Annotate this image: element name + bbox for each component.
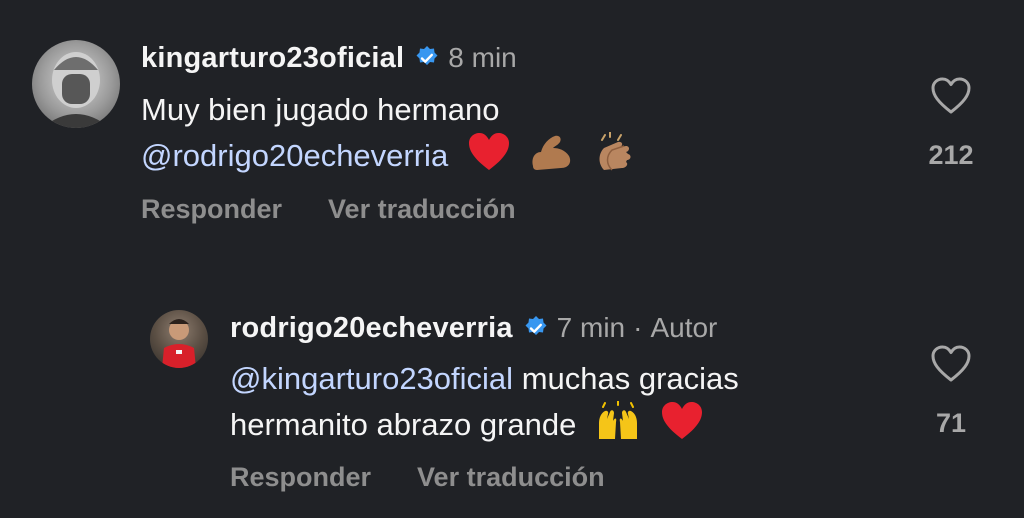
heart-icon[interactable] (930, 344, 972, 384)
comment-header: kingarturo23oficial 8 min (141, 38, 517, 78)
like-control: 212 (911, 76, 991, 171)
comment-actions: Responder Ver traducción (230, 462, 605, 493)
reply-button[interactable]: Responder (230, 462, 371, 493)
comment-text: Muy bien jugado hermano @rodrigo20echeve… (141, 88, 638, 184)
avatar[interactable] (150, 310, 208, 368)
comment: kingarturo23oficial 8 min Muy bien jugad… (0, 0, 1024, 250)
comment-actions: Responder Ver traducción (141, 194, 516, 225)
clapping-hands-emoji-icon (592, 131, 638, 184)
flexed-biceps-emoji-icon (529, 132, 573, 184)
mention-link[interactable]: @kingarturo23oficial (230, 361, 513, 396)
verified-badge-icon (416, 46, 438, 65)
mention-link[interactable]: @rodrigo20echeverria (141, 138, 448, 173)
avatar[interactable] (32, 40, 120, 128)
username[interactable]: rodrigo20echeverria (230, 312, 513, 345)
timestamp: 7 min (556, 312, 626, 343)
comment-header: rodrigo20echeverria 7 min · Autor (230, 308, 717, 348)
heart-icon[interactable] (930, 76, 972, 116)
comment-line: hermanito abrazo grande (230, 400, 739, 453)
author-tag: Autor (650, 312, 718, 343)
comment-reply: rodrigo20echeverria 7 min · Autor @kinga… (0, 300, 1024, 518)
avatar-portrait-icon (162, 319, 196, 368)
comments-thread: kingarturo23oficial 8 min Muy bien jugad… (0, 0, 1024, 518)
timestamp: 8 min (448, 42, 517, 73)
username[interactable]: kingarturo23oficial (141, 42, 404, 75)
comment-line: @kingarturo23oficial muchas gracias (230, 357, 739, 401)
red-heart-emoji-icon (467, 132, 511, 184)
like-count: 71 (935, 408, 967, 438)
comment-line: @rodrigo20echeverria (141, 131, 638, 184)
see-translation-button[interactable]: Ver traducción (417, 462, 605, 493)
see-translation-button[interactable]: Ver traducción (328, 194, 516, 225)
comment-line-text: muchas gracias (521, 361, 739, 396)
red-heart-emoji-icon (660, 401, 704, 453)
comment-text: @kingarturo23oficial muchas gracias herm… (230, 357, 739, 453)
raising-hands-emoji-icon (595, 400, 641, 453)
verified-badge-icon (525, 316, 547, 335)
meta-separator: · (633, 312, 643, 343)
like-control: 71 (911, 344, 991, 439)
like-count: 212 (928, 140, 974, 170)
comment-line: Muy bien jugado hermano (141, 92, 500, 127)
reply-button[interactable]: Responder (141, 194, 282, 225)
avatar-portrait-icon (42, 52, 110, 128)
comment-line-text: hermanito abrazo grande (230, 407, 577, 443)
